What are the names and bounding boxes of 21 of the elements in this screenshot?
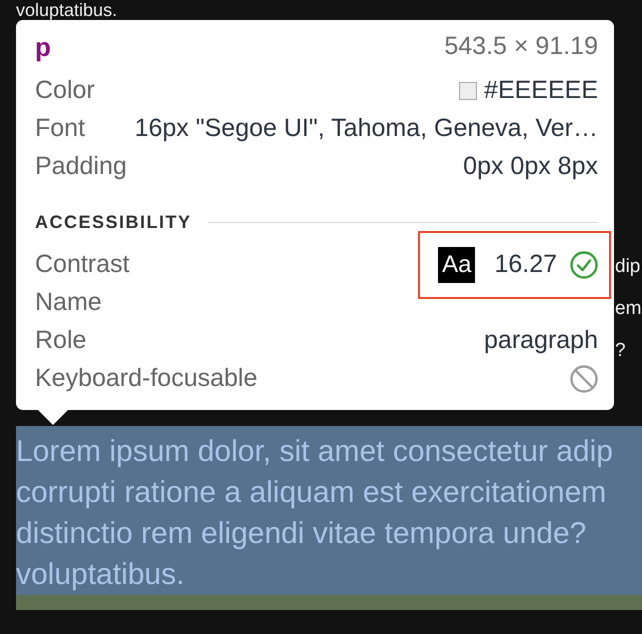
paragraph-text: voluptatibus. <box>16 0 118 20</box>
contrast-ratio: 16.27 <box>494 249 557 280</box>
property-label: Color <box>35 75 95 106</box>
property-label: Name <box>35 287 102 318</box>
property-value: paragraph <box>484 325 598 356</box>
property-label: Contrast <box>35 249 130 280</box>
property-value: 0px 0px 8px <box>463 151 598 182</box>
paragraph-fragment: em <box>615 297 642 321</box>
element-size: 543.5 × 91.19 <box>444 31 598 62</box>
property-label: Padding <box>35 151 127 182</box>
property-label: Role <box>35 325 86 356</box>
paragraph-fragment: ? <box>615 339 626 363</box>
property-value: 16px "Segoe UI", Tahoma, Geneva, Ver… <box>134 113 598 144</box>
property-label: Keyboard-focusable <box>35 363 258 394</box>
property-value: #EEEEEE <box>484 75 598 106</box>
element-tag: p <box>35 28 51 66</box>
property-label: Font <box>35 113 86 144</box>
paragraph-text: Lorem ipsum dolor, sit amet consectetur adip corrupti ratione a aliquam est exercitationem distinctio rem eligendi vitae tempora unde? voluptatibus. <box>16 434 613 593</box>
section-heading: ACCESSIBILITY <box>35 210 192 234</box>
contrast-sample: Aa <box>438 247 476 283</box>
paragraph-fragment: dip <box>615 255 640 279</box>
